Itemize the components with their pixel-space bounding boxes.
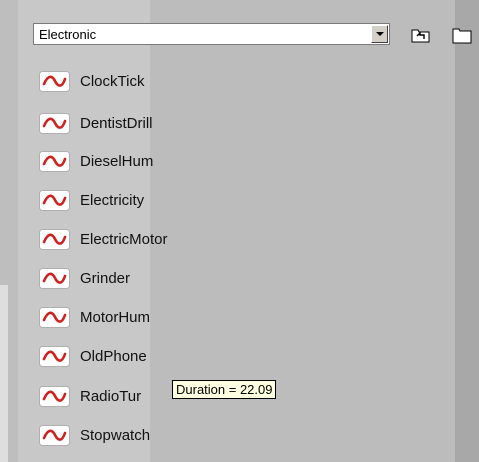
sound-item-oldphone[interactable]: OldPhone	[39, 346, 339, 368]
wave-icon	[39, 425, 70, 446]
sound-item-electricmotor[interactable]: ElectricMotor	[39, 229, 339, 251]
sound-item-electricity[interactable]: Electricity	[39, 190, 339, 212]
sound-label: RadioTur	[80, 388, 142, 405]
wave-icon	[39, 346, 70, 367]
sound-item-clocktick[interactable]: ClockTick	[39, 71, 339, 93]
sound-label: Stopwatch	[80, 427, 151, 444]
sound-item-dentistdrill[interactable]: DentistDrill	[39, 113, 339, 135]
wave-icon	[39, 268, 70, 289]
wave-icon	[39, 71, 70, 92]
wave-icon	[39, 190, 70, 211]
sound-label: DentistDrill	[80, 115, 153, 132]
sound-label: Grinder	[80, 270, 131, 287]
duration-tooltip: Duration = 22.09	[172, 380, 277, 399]
wave-icon	[39, 307, 70, 328]
sound-label: MotorHum	[80, 309, 151, 326]
sound-label: DieselHum	[80, 153, 154, 170]
wave-icon	[39, 151, 70, 172]
sound-label: OldPhone	[80, 348, 147, 365]
sound-item-dieselhum[interactable]: DieselHum	[39, 151, 339, 173]
sound-item-grinder[interactable]: Grinder	[39, 268, 339, 290]
sound-item-motorhum[interactable]: MotorHum	[39, 307, 339, 329]
wave-icon	[39, 229, 70, 250]
sound-item-stopwatch[interactable]: Stopwatch	[39, 425, 339, 447]
sound-label: ClockTick	[80, 73, 145, 90]
sound-label: Electricity	[80, 192, 145, 209]
sound-label: ElectricMotor	[80, 231, 168, 248]
wave-icon	[39, 386, 70, 407]
wave-icon	[39, 113, 70, 134]
